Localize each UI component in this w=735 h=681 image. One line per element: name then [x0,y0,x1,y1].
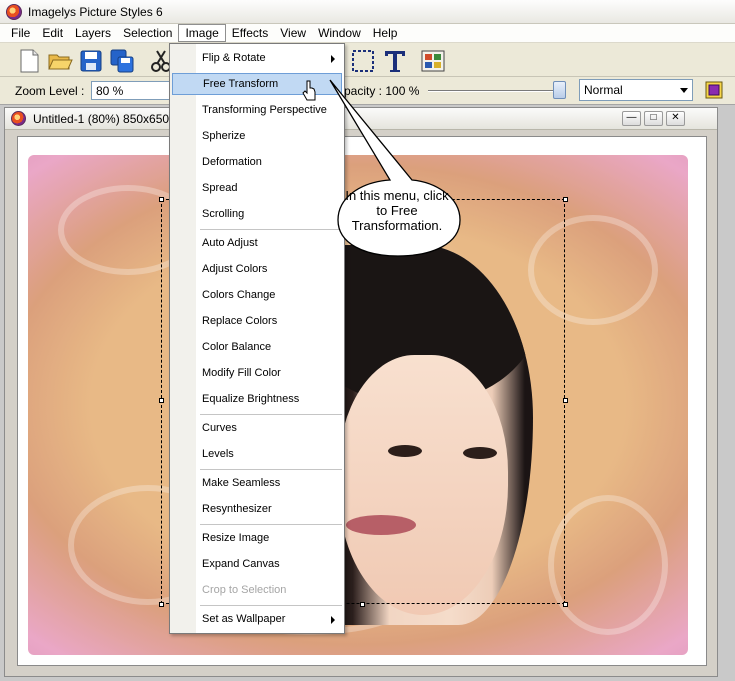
menu-bar: File Edit Layers Selection Image Effects… [0,24,735,43]
title-bar: Imagelys Picture Styles 6 [0,0,735,24]
opacity-slider-thumb[interactable] [553,81,566,99]
menu-selection[interactable]: Selection [117,24,178,42]
menu-item-label: Modify Fill Color [202,367,281,379]
selection-handle[interactable] [563,398,568,403]
selection-handle[interactable] [563,197,568,202]
menu-item-replace-colors[interactable]: Replace Colors [172,311,342,333]
menu-item-modify-fill-color[interactable]: Modify Fill Color [172,363,342,385]
menu-item-label: Curves [202,422,237,434]
selection-handle[interactable] [159,398,164,403]
menu-item-make-seamless[interactable]: Make Seamless [172,473,342,495]
selection-handle[interactable] [360,602,365,607]
menu-item-label: Scrolling [202,208,245,220]
menu-item-label: Auto Adjust [202,237,258,249]
submenu-arrow-icon [331,616,335,624]
menu-item-curves[interactable]: Curves [172,418,342,440]
menu-file[interactable]: File [5,24,36,42]
menu-effects[interactable]: Effects [226,24,274,42]
menu-item-label: Resynthesizer [202,503,272,515]
menu-item-colors-change[interactable]: Colors Change [172,285,342,307]
transform-tool-icon[interactable] [704,80,724,100]
menu-separator [200,524,342,525]
mouse-pointer-icon [302,80,316,101]
menu-item-crop-to-selection: Crop to Selection [172,580,342,602]
minimize-button[interactable]: — [622,111,641,126]
menu-layers[interactable]: Layers [69,24,117,42]
new-file-icon[interactable] [16,48,42,74]
menu-item-transforming-perspective[interactable]: Transforming Perspective [172,100,342,122]
menu-item-levels[interactable]: Levels [172,444,342,466]
menu-item-label: Spherize [202,130,246,142]
menu-item-label: Color Balance [202,341,272,353]
window-title: Imagelys Picture Styles 6 [28,4,163,19]
submenu-arrow-icon [331,55,335,63]
menu-item-label: Spread [202,182,238,194]
callout-text: In this menu, click to Free Transformati… [345,188,449,233]
menu-separator [200,605,342,606]
menu-item-label: Expand Canvas [202,558,280,570]
menu-item-expand-canvas[interactable]: Expand Canvas [172,554,342,576]
menu-item-label: Replace Colors [202,315,278,327]
menu-item-resynthesizer[interactable]: Resynthesizer [172,499,342,521]
menu-separator [200,414,342,415]
selection-handle[interactable] [563,602,568,607]
menu-item-label: Flip & Rotate [202,52,266,64]
save-icon[interactable] [78,48,104,74]
menu-item-label: Make Seamless [202,477,281,489]
menu-item-spherize[interactable]: Spherize [172,126,342,148]
menu-item-label: Crop to Selection [202,584,287,596]
menu-help[interactable]: Help [367,24,404,42]
blend-mode-select[interactable]: Normal [579,79,693,101]
menu-item-label: Equalize Brightness [202,393,300,405]
menu-item-resize-image[interactable]: Resize Image [172,528,342,550]
selection-handle[interactable] [159,602,164,607]
swirl-pattern [548,495,668,635]
document-title: Untitled-1 (80%) 850x650 [33,111,170,126]
selection-handle[interactable] [159,197,164,202]
menu-view[interactable]: View [274,24,312,42]
menu-edit[interactable]: Edit [36,24,69,42]
menu-item-label: Resize Image [202,532,270,544]
menu-item-label: Free Transform [203,78,279,90]
menu-separator [200,469,342,470]
zoom-level-input[interactable] [91,81,171,100]
restore-button[interactable]: □ [644,111,663,126]
menu-item-label: Deformation [202,156,262,168]
zoom-level-label: Zoom Level : [15,84,85,98]
menu-item-label: Adjust Colors [202,263,268,275]
menu-item-spread[interactable]: Spread [172,178,342,200]
dropdown-arrow-icon [680,88,688,93]
save-all-icon[interactable] [109,48,135,74]
menu-item-color-balance[interactable]: Color Balance [172,337,342,359]
menu-item-auto-adjust[interactable]: Auto Adjust [172,233,342,255]
menu-item-label: Levels [202,448,234,460]
menu-item-deformation[interactable]: Deformation [172,152,342,174]
close-button[interactable]: ✕ [666,111,685,126]
open-folder-icon[interactable] [47,48,73,74]
menu-item-equalize-brightness[interactable]: Equalize Brightness [172,389,342,411]
blend-mode-value: Normal [584,83,623,97]
menu-item-label: Set as Wallpaper [202,613,286,625]
menu-item-flip-rotate[interactable]: Flip & Rotate [172,48,342,70]
menu-item-scrolling[interactable]: Scrolling [172,204,342,226]
image-menu-dropdown: Flip & Rotate Free Transform Transformin… [169,43,345,634]
menu-item-set-as-wallpaper[interactable]: Set as Wallpaper [172,609,342,631]
menu-image[interactable]: Image [178,24,226,42]
menu-item-label: Transforming Perspective [202,104,327,116]
app-logo-icon [6,3,22,20]
menu-window[interactable]: Window [312,24,367,42]
menu-item-adjust-colors[interactable]: Adjust Colors [172,259,342,281]
document-icon [11,111,26,126]
menu-item-label: Colors Change [202,289,276,301]
